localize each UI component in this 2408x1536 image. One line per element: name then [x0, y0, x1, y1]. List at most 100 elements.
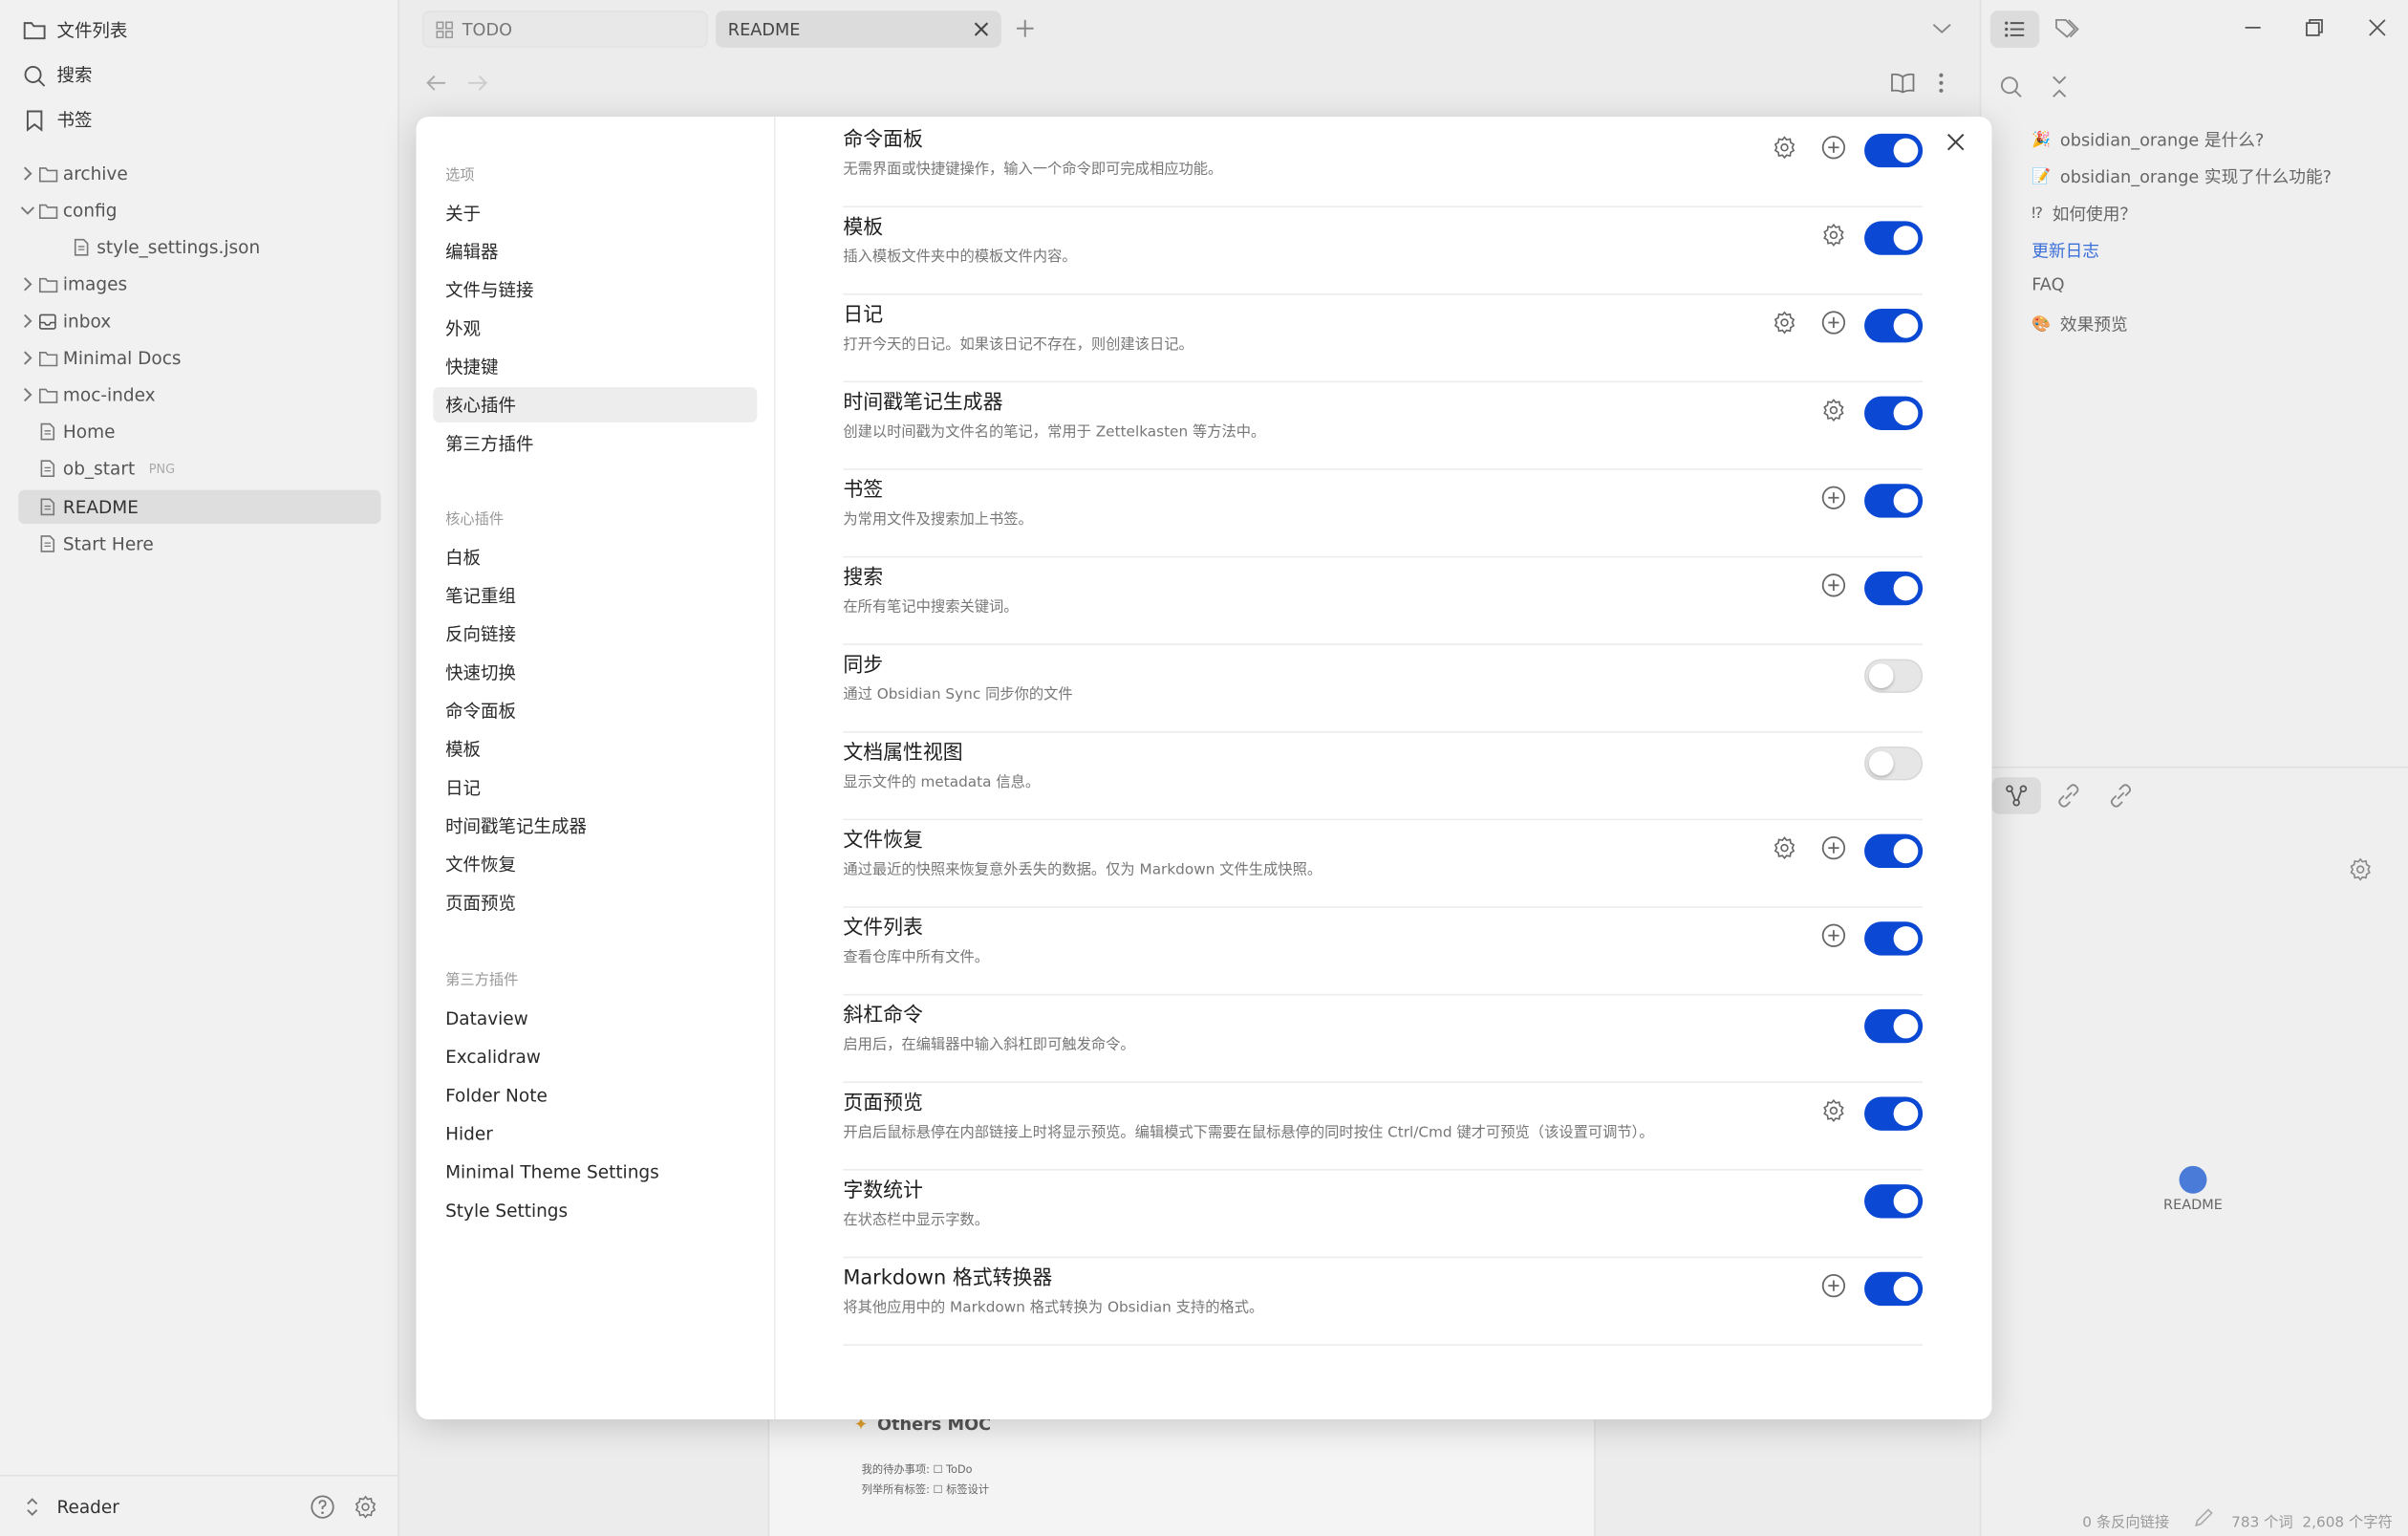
settings-nav-item[interactable]: 笔记重组	[433, 577, 757, 613]
plugin-settings-icon[interactable]	[1771, 309, 1798, 336]
vault-switch-icon[interactable]	[25, 1496, 40, 1518]
edit-pencil-icon[interactable]	[2195, 1508, 2213, 1527]
more-options-icon[interactable]	[1938, 73, 1944, 94]
restore-icon[interactable]	[2305, 18, 2323, 36]
plugin-settings-icon[interactable]	[1819, 1096, 1847, 1124]
tab-list-chevron-icon[interactable]	[1932, 21, 1952, 34]
file-item[interactable]: Start Here	[18, 527, 380, 560]
help-icon[interactable]	[311, 1495, 335, 1520]
tab-todo[interactable]: TODO	[421, 11, 708, 48]
add-hotkey-icon[interactable]	[1819, 572, 1847, 599]
settings-nav-item[interactable]: 外观	[433, 311, 757, 346]
plugin-toggle[interactable]	[1864, 1271, 1924, 1307]
outgoing-links-tab[interactable]	[2109, 784, 2134, 809]
plugin-settings-icon[interactable]	[1771, 834, 1798, 862]
outline-item-label: obsidian_orange 实现了什么功能?	[2059, 167, 2333, 188]
outline-item[interactable]: ⁉ 如何使用？	[2032, 202, 2137, 227]
file-item[interactable]: README	[18, 489, 381, 525]
settings-nav-item[interactable]: Dataview	[433, 1000, 757, 1035]
plugin-settings-icon[interactable]	[1819, 397, 1847, 424]
close-tab-icon[interactable]	[974, 21, 989, 36]
nav-item-label: 反向链接	[445, 622, 516, 645]
settings-nav-item[interactable]: 快捷键	[433, 349, 757, 384]
nav-item-label: 核心插件	[445, 394, 516, 416]
add-hotkey-icon[interactable]	[1819, 309, 1847, 336]
plugin-toggle[interactable]	[1864, 484, 1924, 518]
add-hotkey-icon[interactable]	[1819, 484, 1847, 511]
settings-nav-item[interactable]: Minimal Theme Settings	[433, 1154, 757, 1189]
file-item[interactable]: style_settings.json	[18, 230, 415, 264]
add-hotkey-icon[interactable]	[1819, 921, 1847, 949]
graph-settings-icon[interactable]	[2348, 857, 2373, 882]
plugin-toggle[interactable]	[1864, 309, 1924, 343]
settings-nav-item[interactable]: Excalidraw	[433, 1038, 757, 1073]
folder-item[interactable]: config	[18, 193, 380, 227]
settings-nav-item[interactable]: 反向链接	[433, 616, 757, 651]
reading-view-icon[interactable]	[1890, 73, 1915, 94]
search-nav[interactable]: 搜索	[23, 63, 92, 88]
settings-nav-item[interactable]: 日记	[433, 769, 757, 805]
settings-nav-item[interactable]: 核心插件	[433, 386, 758, 422]
settings-nav-item[interactable]: 第三方插件	[433, 425, 757, 461]
minimize-icon[interactable]	[2244, 18, 2262, 36]
graph-node[interactable]	[2179, 1165, 2207, 1194]
settings-nav-item[interactable]: 命令面板	[433, 693, 757, 728]
file-item[interactable]: ob_start PNG	[18, 451, 380, 485]
settings-nav-item[interactable]: 文件恢复	[433, 847, 757, 882]
file-list-nav[interactable]: 文件列表	[23, 18, 127, 43]
add-hotkey-icon[interactable]	[1819, 834, 1847, 862]
plugin-settings-icon[interactable]	[1771, 134, 1798, 162]
plugin-toggle[interactable]	[1864, 1008, 1924, 1044]
settings-nav-item[interactable]: 白板	[433, 539, 757, 574]
local-graph-tab[interactable]	[1991, 777, 2041, 814]
tab-readme[interactable]: README	[715, 11, 1001, 48]
settings-nav-item[interactable]: 页面预览	[433, 885, 757, 920]
settings-nav-item[interactable]: 时间戳笔记生成器	[433, 808, 757, 843]
vault-name[interactable]: Reader	[56, 1496, 118, 1518]
add-hotkey-icon[interactable]	[1819, 1272, 1847, 1300]
settings-nav-item[interactable]: 快速切换	[433, 655, 757, 690]
folder-item[interactable]: Minimal Docs	[18, 341, 380, 375]
outline-item[interactable]: 🎉 obsidian_orange 是什么?	[2032, 127, 2264, 152]
plugin-settings-icon[interactable]	[1819, 221, 1847, 249]
plugin-toggle[interactable]	[1864, 1096, 1924, 1131]
forward-arrow-icon[interactable]	[467, 74, 488, 92]
settings-nav-item[interactable]: 编辑器	[433, 233, 757, 269]
plugin-toggle[interactable]	[1864, 746, 1924, 781]
folder-item[interactable]: archive	[18, 157, 380, 190]
plugin-toggle[interactable]	[1864, 1184, 1924, 1219]
settings-nav-item[interactable]: 文件与链接	[433, 271, 757, 307]
settings-nav-item[interactable]: Folder Note	[433, 1077, 757, 1113]
plugin-toggle[interactable]	[1864, 133, 1924, 168]
plugin-toggle[interactable]	[1864, 833, 1924, 869]
add-hotkey-icon[interactable]	[1819, 134, 1847, 162]
outline-item[interactable]: 🎨 效果预览	[2032, 312, 2127, 336]
backlinks-tab[interactable]	[2056, 784, 2081, 809]
outline-item[interactable]: 更新日志	[2032, 238, 2099, 263]
new-tab-icon[interactable]	[1015, 18, 1035, 38]
plugin-toggle[interactable]	[1864, 571, 1924, 606]
bookmarks-nav[interactable]: 书签	[23, 107, 92, 132]
settings-nav-item[interactable]: Style Settings	[433, 1192, 757, 1227]
outline-search-icon[interactable]	[1999, 76, 2022, 98]
back-arrow-icon[interactable]	[425, 74, 446, 92]
outline-tab[interactable]	[1989, 11, 2040, 48]
plugin-toggle[interactable]	[1864, 396, 1924, 430]
close-modal-icon[interactable]	[1946, 132, 1966, 152]
plugin-toggle[interactable]	[1864, 659, 1924, 693]
settings-nav-item[interactable]: 模板	[433, 731, 757, 767]
tags-tab[interactable]	[2054, 18, 2080, 39]
plugin-toggle[interactable]	[1864, 921, 1924, 956]
folder-item[interactable]: images	[18, 268, 380, 301]
file-item[interactable]: Home	[18, 415, 380, 448]
folder-item[interactable]: inbox	[18, 304, 380, 337]
outline-item[interactable]: 📝 obsidian_orange 实现了什么功能?	[2032, 164, 2332, 189]
settings-nav-item[interactable]: 关于	[433, 195, 757, 230]
plugin-toggle[interactable]	[1864, 221, 1924, 255]
close-window-icon[interactable]	[2368, 18, 2386, 36]
settings-gear-icon[interactable]	[354, 1495, 378, 1520]
outline-item[interactable]: FAQ	[2032, 275, 2064, 295]
collapse-all-icon[interactable]	[2051, 76, 2069, 98]
folder-item[interactable]: moc-index	[18, 378, 380, 411]
settings-nav-item[interactable]: Hider	[433, 1115, 757, 1151]
